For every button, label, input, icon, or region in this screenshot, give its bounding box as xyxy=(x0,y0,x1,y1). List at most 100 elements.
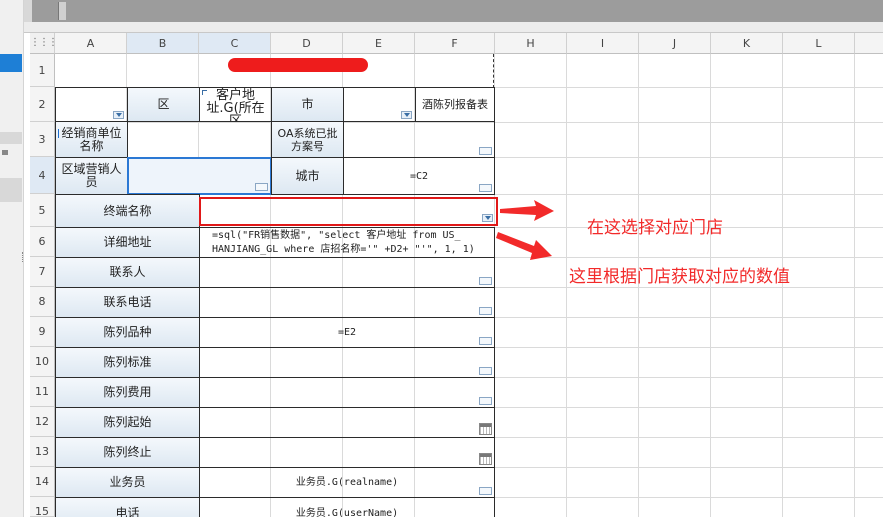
cell-a5[interactable]: 终端名称 xyxy=(55,194,200,228)
toolbar-tab[interactable] xyxy=(58,2,66,20)
textbox-icon xyxy=(479,397,492,405)
collapse-icon[interactable] xyxy=(2,150,8,155)
cell-c14[interactable]: 业务员.G(realname) xyxy=(199,467,495,498)
display-fee-label: 陈列费用 xyxy=(103,385,152,399)
cell-a8[interactable]: 联系电话 xyxy=(55,287,200,318)
cell-marker-icon xyxy=(202,90,207,95)
cell-c9[interactable]: =E2 xyxy=(199,317,495,348)
cell-a4[interactable]: 区域营销人员 xyxy=(55,157,128,195)
cell-c2[interactable]: 客户地址.G(所在区 xyxy=(199,87,272,122)
cell-e4[interactable]: =C2 xyxy=(343,157,495,195)
cell-a7[interactable]: 联系人 xyxy=(55,257,200,288)
column-header-extra[interactable] xyxy=(855,33,883,54)
dropdown-icon[interactable] xyxy=(401,111,412,119)
cell-c8[interactable] xyxy=(199,287,495,318)
textbox-icon xyxy=(479,487,492,495)
arrow-to-address-icon xyxy=(496,232,552,260)
cell-c10[interactable] xyxy=(199,347,495,378)
cell-c11[interactable] xyxy=(199,377,495,408)
cell-d2[interactable]: 市 xyxy=(271,87,344,122)
cell-a9[interactable]: 陈列品种 xyxy=(55,317,200,348)
splitter-grip-icon[interactable] xyxy=(22,252,24,262)
district-label: 区 xyxy=(157,97,170,111)
cell-f2[interactable]: 酒陈列报备表 xyxy=(415,87,495,122)
oa-approval-label: OA系统已批方案号 xyxy=(277,126,338,153)
cell-b3[interactable] xyxy=(127,121,272,158)
salesman-label: 业务员 xyxy=(109,475,146,489)
column-header-a[interactable]: A xyxy=(55,33,127,54)
row-header-14[interactable]: 14 xyxy=(30,467,55,497)
arrow-to-store-icon xyxy=(500,200,554,221)
regional-sales-label: 区域营销人员 xyxy=(61,162,122,189)
cell-b2[interactable]: 区 xyxy=(127,87,200,122)
toolbar-strip xyxy=(24,0,883,22)
textbox-icon xyxy=(479,367,492,375)
column-header-e[interactable]: E xyxy=(343,33,415,54)
column-header-f[interactable]: F xyxy=(415,33,495,54)
row-number: 11 xyxy=(35,385,49,398)
cell-a10[interactable]: 陈列标准 xyxy=(55,347,200,378)
salesman-formula: 业务员.G(realname) xyxy=(295,477,399,488)
row-header-10[interactable]: 10 xyxy=(30,347,55,377)
row-number: 2 xyxy=(38,98,46,111)
dropdown-icon[interactable] xyxy=(482,214,493,222)
row-header-11[interactable]: 11 xyxy=(30,377,55,407)
column-header-c[interactable]: C xyxy=(199,33,271,54)
toolbar-lead xyxy=(24,0,32,22)
row-header-13[interactable]: 13 xyxy=(30,437,55,467)
cell-a12[interactable]: 陈列起始 xyxy=(55,407,200,438)
column-header-d[interactable]: D xyxy=(271,33,343,54)
cell-b4-selected[interactable] xyxy=(127,157,272,195)
cell-d4[interactable]: 城市 xyxy=(271,157,344,195)
cell-a2[interactable] xyxy=(55,87,128,122)
cell-c15[interactable]: 业务员.G(userName) xyxy=(199,497,495,517)
terminal-name-dropdown[interactable] xyxy=(199,197,498,226)
cell-a6[interactable]: 详细地址 xyxy=(55,227,200,258)
row-header-3[interactable]: 3 xyxy=(30,122,55,157)
display-start-label: 陈列起始 xyxy=(103,415,152,429)
row-number: 4 xyxy=(38,169,46,182)
column-header-h[interactable]: H xyxy=(495,33,567,54)
column-header-k[interactable]: K xyxy=(711,33,783,54)
dropdown-icon[interactable] xyxy=(113,111,124,119)
cell-c7[interactable] xyxy=(199,257,495,288)
select-all-button[interactable]: ⋮⋮⋮ xyxy=(30,33,58,54)
cell-c12[interactable] xyxy=(199,407,495,438)
calendar-icon[interactable] xyxy=(479,423,492,435)
detail-address-label: 详细地址 xyxy=(103,235,152,249)
cell-a13[interactable]: 陈列终止 xyxy=(55,437,200,468)
row-number: 8 xyxy=(38,295,46,308)
cell-d3[interactable]: OA系统已批方案号 xyxy=(271,121,344,158)
panel-selected-marker[interactable] xyxy=(0,54,22,72)
cell-e2[interactable] xyxy=(343,87,416,122)
cell-a15[interactable]: 电话 xyxy=(55,497,200,517)
cell-c6-address-formula[interactable]: =sql("FR销售数据", "select 客户地址 from US_ HAN… xyxy=(199,227,495,258)
row-header-7[interactable]: 7 xyxy=(30,257,55,287)
address-formula-line2: HANJIANG_GL where 店招名称='" +D2+ "'", 1, 1… xyxy=(212,243,475,255)
column-header-i[interactable]: I xyxy=(567,33,639,54)
row-header-12[interactable]: 12 xyxy=(30,407,55,437)
row-header-5[interactable]: 5 xyxy=(30,194,55,227)
cell-e3[interactable] xyxy=(343,121,495,158)
panel-item[interactable] xyxy=(0,178,22,202)
cell-a14[interactable]: 业务员 xyxy=(55,467,200,498)
panel-item[interactable] xyxy=(0,132,22,144)
row-header-1[interactable]: 1 xyxy=(30,54,55,87)
row-header-4[interactable]: 4 xyxy=(30,157,55,194)
row-header-6[interactable]: 6 xyxy=(30,227,55,257)
column-header-j[interactable]: J xyxy=(639,33,711,54)
row-header-8[interactable]: 8 xyxy=(30,287,55,317)
calendar-icon[interactable] xyxy=(479,453,492,465)
annotation-arrows xyxy=(496,200,554,260)
cell-a11[interactable]: 陈列费用 xyxy=(55,377,200,408)
row-header-2[interactable]: 2 xyxy=(30,87,55,122)
column-header-b[interactable]: B xyxy=(127,33,199,54)
row-number: 5 xyxy=(38,204,46,217)
textbox-icon xyxy=(255,183,268,191)
row-header-15[interactable]: 15 xyxy=(30,497,55,517)
cell-c13[interactable] xyxy=(199,437,495,468)
cell-a3[interactable]: 经销商单位名称 xyxy=(55,121,128,158)
row-header-9[interactable]: 9 xyxy=(30,317,55,347)
city-label: 城市 xyxy=(295,168,320,183)
column-header-l[interactable]: L xyxy=(783,33,855,54)
